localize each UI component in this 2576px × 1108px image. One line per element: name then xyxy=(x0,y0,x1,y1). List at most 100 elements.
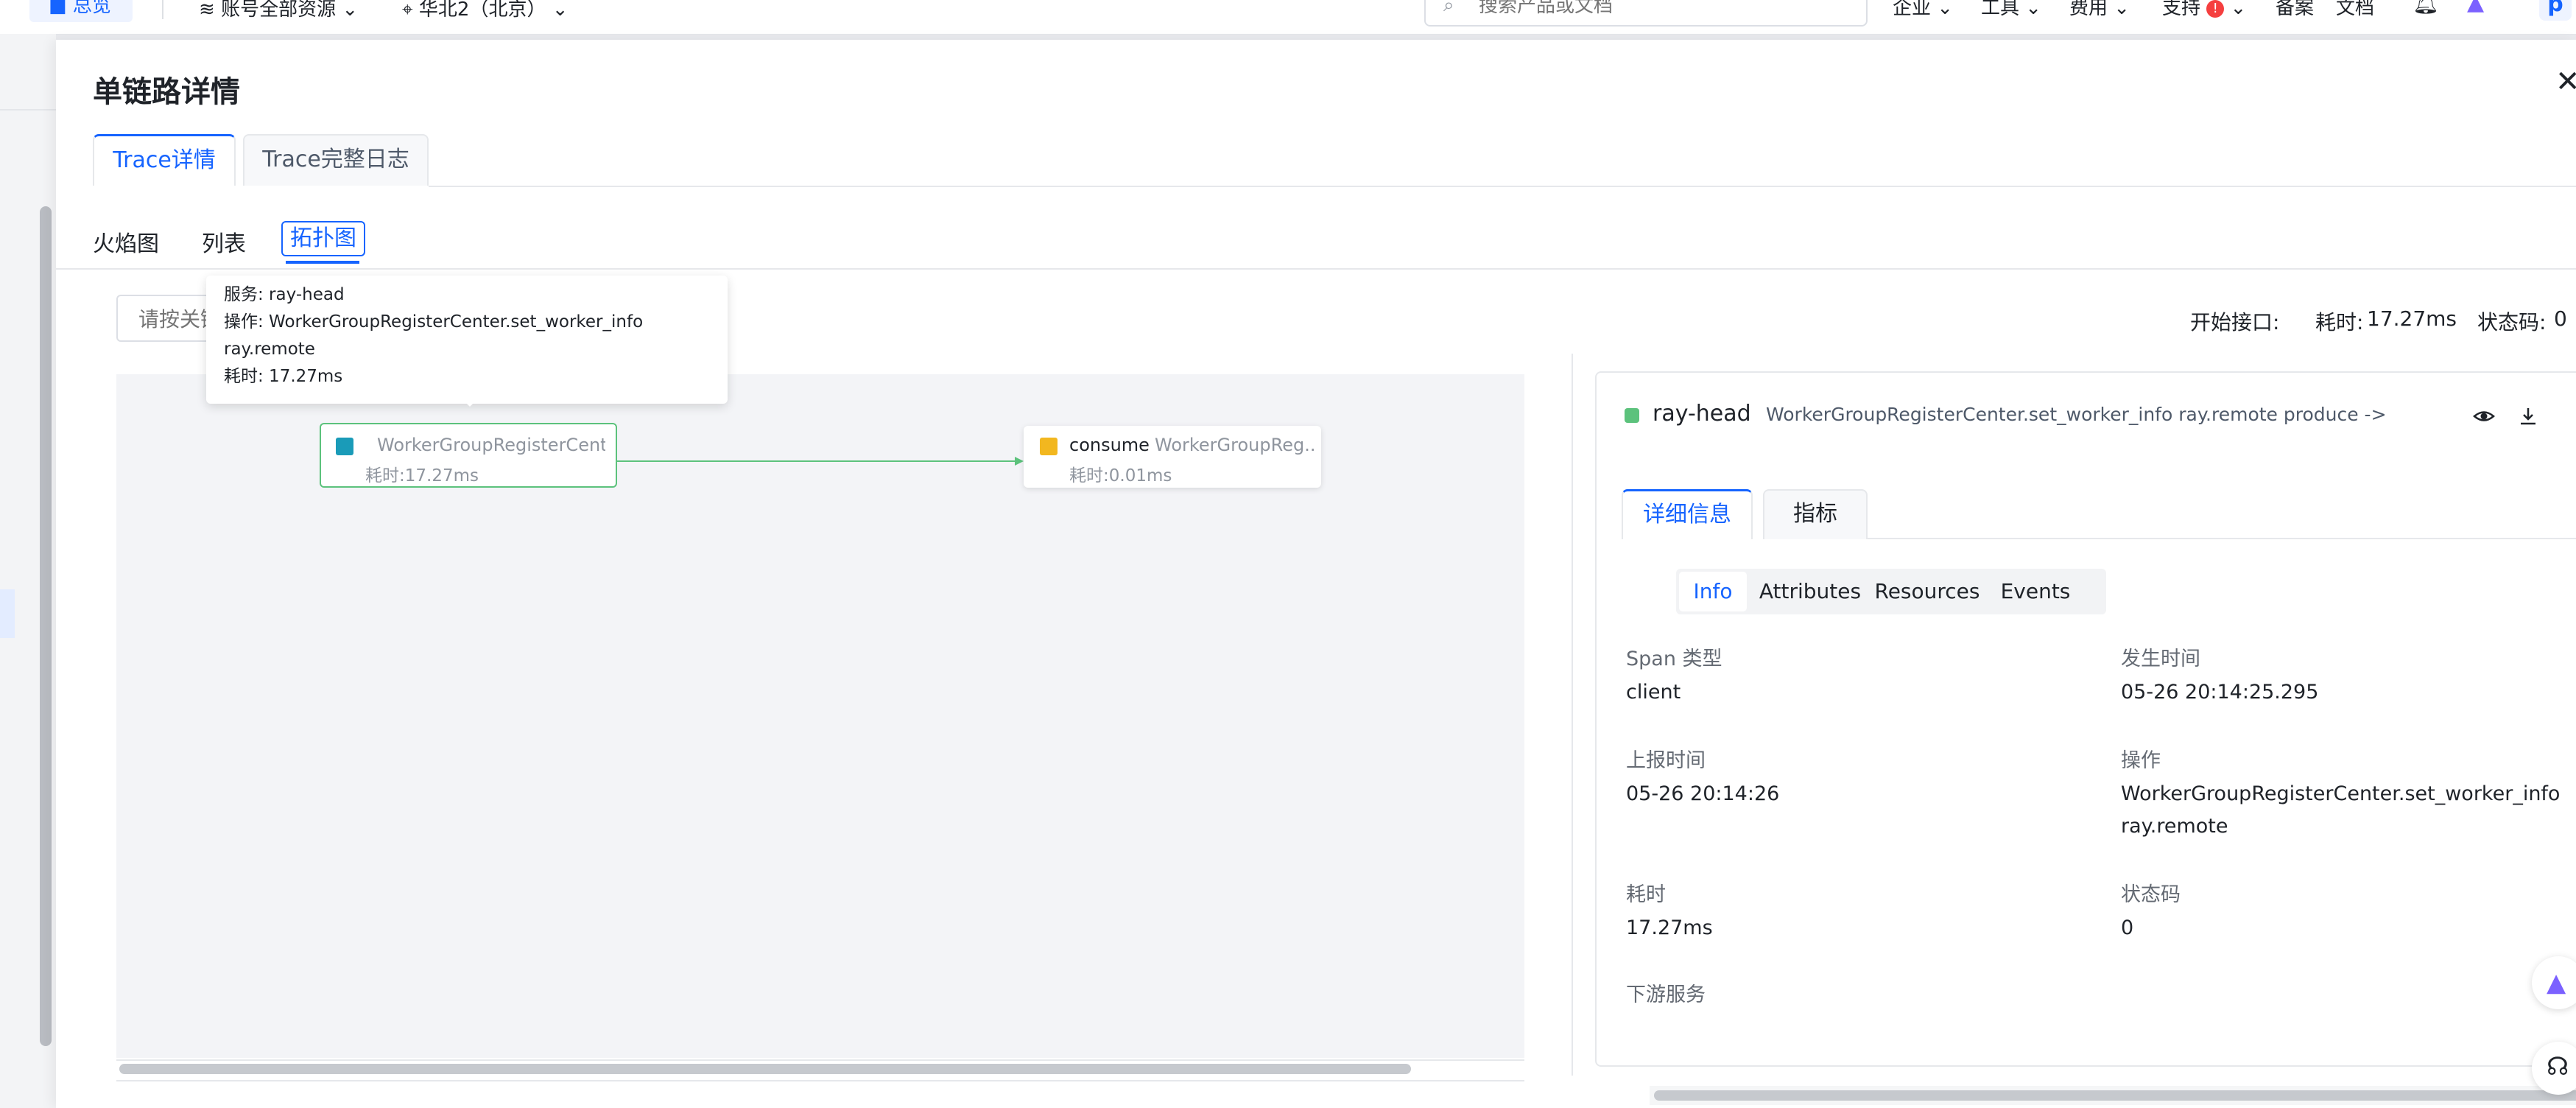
duration-value: 17.27ms xyxy=(1626,916,1713,939)
trace-detail-drawer: 单链路详情 ✕ Trace详情 Trace完整日志 火焰图 列表 拓扑图 开始接… xyxy=(56,40,2576,1108)
topology-node[interactable]: consume WorkerGroupReg... 耗时:0.01ms xyxy=(1024,426,1321,488)
tooltip-operation: 操作: WorkerGroupRegisterCenter.set_worker… xyxy=(224,312,644,332)
operation-label: 操作 xyxy=(2121,749,2161,772)
overview-button[interactable]: ■ 总览 xyxy=(29,0,133,22)
node-color-square xyxy=(1040,438,1058,455)
sidebar-active-marker xyxy=(0,589,15,638)
summary-duration-value: 17.27ms xyxy=(2367,306,2457,331)
downstream-service-label: 下游服务 xyxy=(1626,983,1706,1006)
canvas-horizontal-scrollbar[interactable] xyxy=(119,1064,1411,1074)
region-label: 华北2（北京） xyxy=(418,0,546,21)
node-operation: WorkerGroupReg... xyxy=(1155,435,1314,455)
tooltip-arrow xyxy=(464,401,476,407)
segment-resources[interactable]: Resources xyxy=(1872,572,1982,611)
segment-info[interactable]: Info xyxy=(1679,572,1747,611)
divider xyxy=(0,109,56,111)
summary-duration-label: 耗时: xyxy=(2315,310,2364,334)
eye-icon[interactable] xyxy=(2473,405,2495,427)
tab-metrics[interactable]: 指标 xyxy=(1763,489,1868,539)
divider xyxy=(1868,538,2576,539)
download-icon[interactable] xyxy=(2517,405,2539,427)
top-navigation-bar: ■ 总览 ≋ 账号全部资源 ⌄ ⌖ 华北2（北京） ⌄ ⌕ 企业 ⌄ 工具 ⌄ … xyxy=(0,0,2576,35)
detail-horizontal-scrollbar[interactable] xyxy=(1654,1090,2576,1101)
detail-service-name: ray-head xyxy=(1653,401,1751,427)
node-service: consume xyxy=(1069,435,1150,455)
assistant-icon[interactable]: ▲ xyxy=(2467,0,2484,15)
bell-icon[interactable]: 🔔︎ xyxy=(2413,0,2439,15)
start-api-label: 开始接口: xyxy=(2190,310,2280,334)
close-icon[interactable]: ✕ xyxy=(2555,65,2576,99)
active-tab-indicator xyxy=(286,261,359,264)
node-color-square xyxy=(336,438,353,455)
tooltip-duration: 耗时: 17.27ms xyxy=(224,367,343,386)
view-tab-list[interactable]: 列表 xyxy=(202,225,246,258)
divider xyxy=(429,186,2576,187)
occur-time-value: 05-26 20:14:25.295 xyxy=(2121,681,2319,704)
location-icon: ⌖ xyxy=(402,0,419,21)
sidebar-scrollbar[interactable] xyxy=(40,206,52,1046)
report-time-value: 05-26 20:14:26 xyxy=(1626,782,1780,805)
view-tab-flame[interactable]: 火焰图 xyxy=(93,225,159,258)
nav-filing[interactable]: 备案 xyxy=(2276,0,2314,20)
detail-operation: WorkerGroupRegisterCenter.set_worker_inf… xyxy=(1766,404,2387,425)
chevron-down-icon: ⌄ xyxy=(552,0,569,21)
span-detail-panel xyxy=(1595,371,2576,1067)
avatar[interactable]: p xyxy=(2539,0,2572,21)
segment-attributes[interactable]: Attributes xyxy=(1759,572,1862,611)
status-code-value: 0 xyxy=(2121,916,2134,939)
segment-events[interactable]: Events xyxy=(1991,572,2080,611)
divider xyxy=(162,0,163,19)
node-duration: 耗时:0.01ms xyxy=(1069,466,1172,485)
nav-support[interactable]: 支持 ! ⌄ xyxy=(2162,0,2246,20)
divider xyxy=(56,268,2576,270)
report-time-label: 上报时间 xyxy=(1626,749,1706,772)
layers-icon: ≋ xyxy=(199,0,222,21)
duration-label: 耗时 xyxy=(1626,883,1666,906)
nav-enterprise[interactable]: 企业 ⌄ xyxy=(1893,0,1953,20)
detail-segmented-control: Info Attributes Resources Events xyxy=(1676,569,2106,614)
topology-node[interactable]: WorkerGroupRegisterCent... 耗时:17.27ms xyxy=(320,423,617,488)
span-type-label: Span 类型 xyxy=(1626,648,1722,670)
operation-value-continued: ray.remote xyxy=(2121,815,2228,838)
edge-arrowhead xyxy=(1015,457,1024,466)
status-code-label: 状态码 xyxy=(2121,883,2181,906)
overview-label: 总览 xyxy=(72,0,111,17)
node-operation: WorkerGroupRegisterCent... xyxy=(377,435,605,455)
panel-splitter[interactable] xyxy=(1572,354,1573,1076)
node-tooltip: 服务: ray-head 操作: WorkerGroupRegisterCent… xyxy=(206,276,728,404)
tab-trace-detail[interactable]: Trace详情 xyxy=(93,134,236,186)
resource-scope-selector[interactable]: ≋ 账号全部资源 ⌄ xyxy=(199,0,358,21)
chevron-down-icon: ⌄ xyxy=(342,0,359,21)
occur-time-label: 发生时间 xyxy=(2121,648,2200,670)
nav-tools[interactable]: 工具 ⌄ xyxy=(1981,0,2041,20)
tooltip-service: 服务: ray-head xyxy=(224,285,345,304)
nav-enterprise-label: 企业 xyxy=(1893,0,1932,19)
search-icon: ⌕ xyxy=(1443,0,1454,16)
nav-filing-label: 备案 xyxy=(2276,0,2315,19)
tooltip-operation-continued: ray.remote xyxy=(224,340,315,359)
global-search-input[interactable] xyxy=(1477,0,1848,18)
global-search[interactable]: ⌕ xyxy=(1424,0,1868,27)
nav-docs-label: 文档 xyxy=(2336,0,2375,19)
nav-docs[interactable]: 文档 xyxy=(2336,0,2374,20)
nav-billing[interactable]: 费用 ⌄ xyxy=(2069,0,2130,20)
tab-trace-full-log[interactable]: Trace完整日志 xyxy=(243,134,429,186)
view-tab-topology[interactable]: 拓扑图 xyxy=(281,221,365,256)
service-status-dot xyxy=(1625,408,1639,423)
nav-support-label: 支持 xyxy=(2162,0,2201,19)
resource-scope-label: 账号全部资源 xyxy=(221,0,337,21)
operation-value: WorkerGroupRegisterCenter.set_worker_inf… xyxy=(2121,782,2561,805)
tab-detail-info[interactable]: 详细信息 xyxy=(1622,489,1753,539)
node-duration: 耗时:17.27ms xyxy=(365,466,479,485)
summary-status-label: 状态码: xyxy=(2477,310,2547,334)
home-icon: ■ xyxy=(49,0,73,17)
support-badge: ! xyxy=(2206,0,2225,18)
span-type-value: client xyxy=(1626,681,1681,704)
region-selector[interactable]: ⌖ 华北2（北京） ⌄ xyxy=(402,0,569,21)
nav-billing-label: 费用 xyxy=(2069,0,2108,19)
drawer-title: 单链路详情 xyxy=(93,75,240,109)
summary-status-value: 0 xyxy=(2554,306,2567,331)
nav-tools-label: 工具 xyxy=(1981,0,2020,19)
assistant-icon: ▲ xyxy=(2547,968,2566,997)
topology-edge xyxy=(617,457,1024,466)
